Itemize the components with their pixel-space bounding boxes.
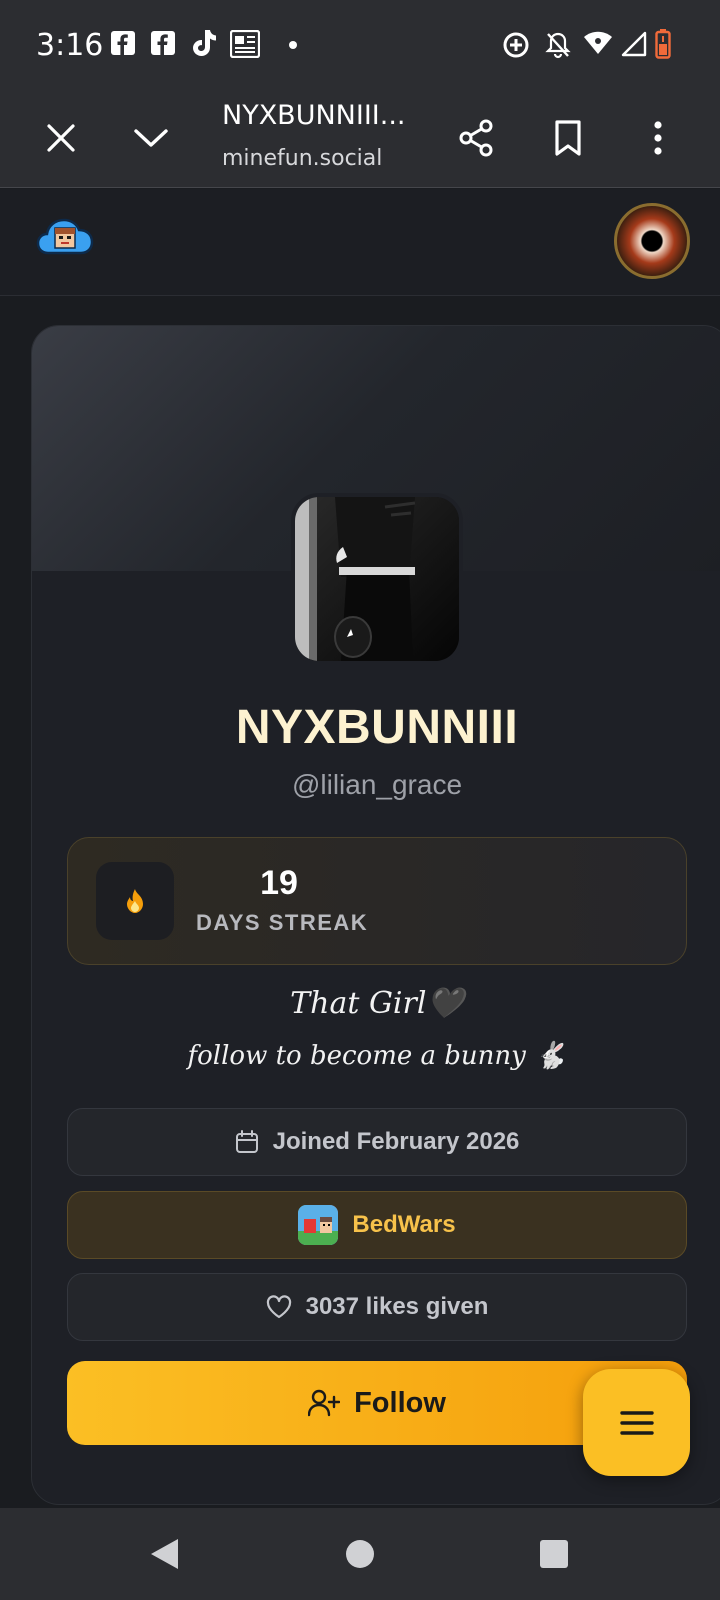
data-saver-icon — [503, 32, 529, 58]
notification-dot — [289, 41, 297, 49]
bio-line-2: follow to become a bunny 🐇 — [187, 1041, 567, 1071]
facebook-icon — [111, 31, 135, 55]
minimize-button[interactable] — [123, 110, 179, 166]
more-vert-icon — [654, 121, 662, 155]
bedwars-game-icon — [298, 1205, 339, 1245]
likes-given-count: 3037 likes given — [305, 1293, 489, 1320]
joined-date: Joined February 2026 — [272, 1128, 520, 1155]
system-nav-bar — [0, 1508, 720, 1600]
status-time: 3:16 — [36, 28, 104, 63]
streak-card: 19 DAYS STREAK — [67, 837, 687, 965]
chevron-down-icon — [134, 129, 168, 147]
home-circle-icon — [346, 1540, 374, 1568]
likes-given-pill: 3037 likes given — [67, 1273, 687, 1341]
fire-icon — [96, 862, 174, 940]
username: @lilian_grace — [291, 769, 463, 800]
battery-low-icon — [655, 29, 671, 59]
news-icon — [230, 30, 260, 58]
site-header — [0, 189, 720, 296]
cloud-logo-icon — [36, 218, 94, 255]
profile-picture — [291, 493, 463, 665]
favorite-game-pill[interactable]: BedWars — [67, 1191, 687, 1259]
notifications-off-icon — [545, 32, 571, 59]
home-button[interactable] — [336, 1530, 384, 1578]
add-user-icon — [308, 1389, 341, 1417]
user-avatar[interactable] — [614, 203, 690, 279]
page-title: NYXBUNNIII... — [222, 100, 406, 131]
streak-count: 19 — [260, 864, 298, 902]
heart-icon — [266, 1295, 291, 1319]
menu-button[interactable] — [583, 1369, 690, 1476]
more-options-button[interactable] — [630, 110, 686, 166]
back-triangle-icon — [151, 1539, 178, 1569]
tiktok-icon — [193, 30, 216, 56]
facebook-icon — [151, 31, 175, 55]
recents-button[interactable] — [530, 1530, 578, 1578]
browser-toolbar: NYXBUNNIII... minefun.social — [0, 88, 720, 188]
share-button[interactable] — [448, 110, 504, 166]
page-url: minefun.social — [222, 146, 383, 171]
back-button[interactable] — [140, 1530, 188, 1578]
site-logo[interactable] — [36, 213, 94, 257]
profile-card: NYXBUNNIII @lilian_grace 19 DAYS STREAK … — [31, 325, 720, 1505]
streak-label: DAYS STREAK — [196, 910, 369, 935]
signal-icon — [621, 31, 647, 57]
favorite-game-name: BedWars — [352, 1211, 456, 1238]
bookmark-button[interactable] — [540, 110, 596, 166]
close-icon — [47, 124, 75, 152]
bio-line-1: That Girl🖤 — [290, 986, 464, 1021]
follow-label: Follow — [354, 1386, 446, 1419]
recents-square-icon — [540, 1540, 568, 1568]
share-icon — [459, 119, 493, 157]
display-name: NYXBUNNIII — [235, 701, 519, 754]
status-bar: 3:16 — [0, 0, 720, 88]
hamburger-menu-icon — [619, 1410, 654, 1435]
close-tab-button[interactable] — [33, 110, 89, 166]
calendar-icon — [235, 1130, 258, 1153]
wifi-icon — [584, 31, 612, 54]
bookmark-icon — [555, 120, 581, 156]
profile-photo-image — [295, 497, 459, 661]
joined-date-pill: Joined February 2026 — [67, 1108, 687, 1176]
